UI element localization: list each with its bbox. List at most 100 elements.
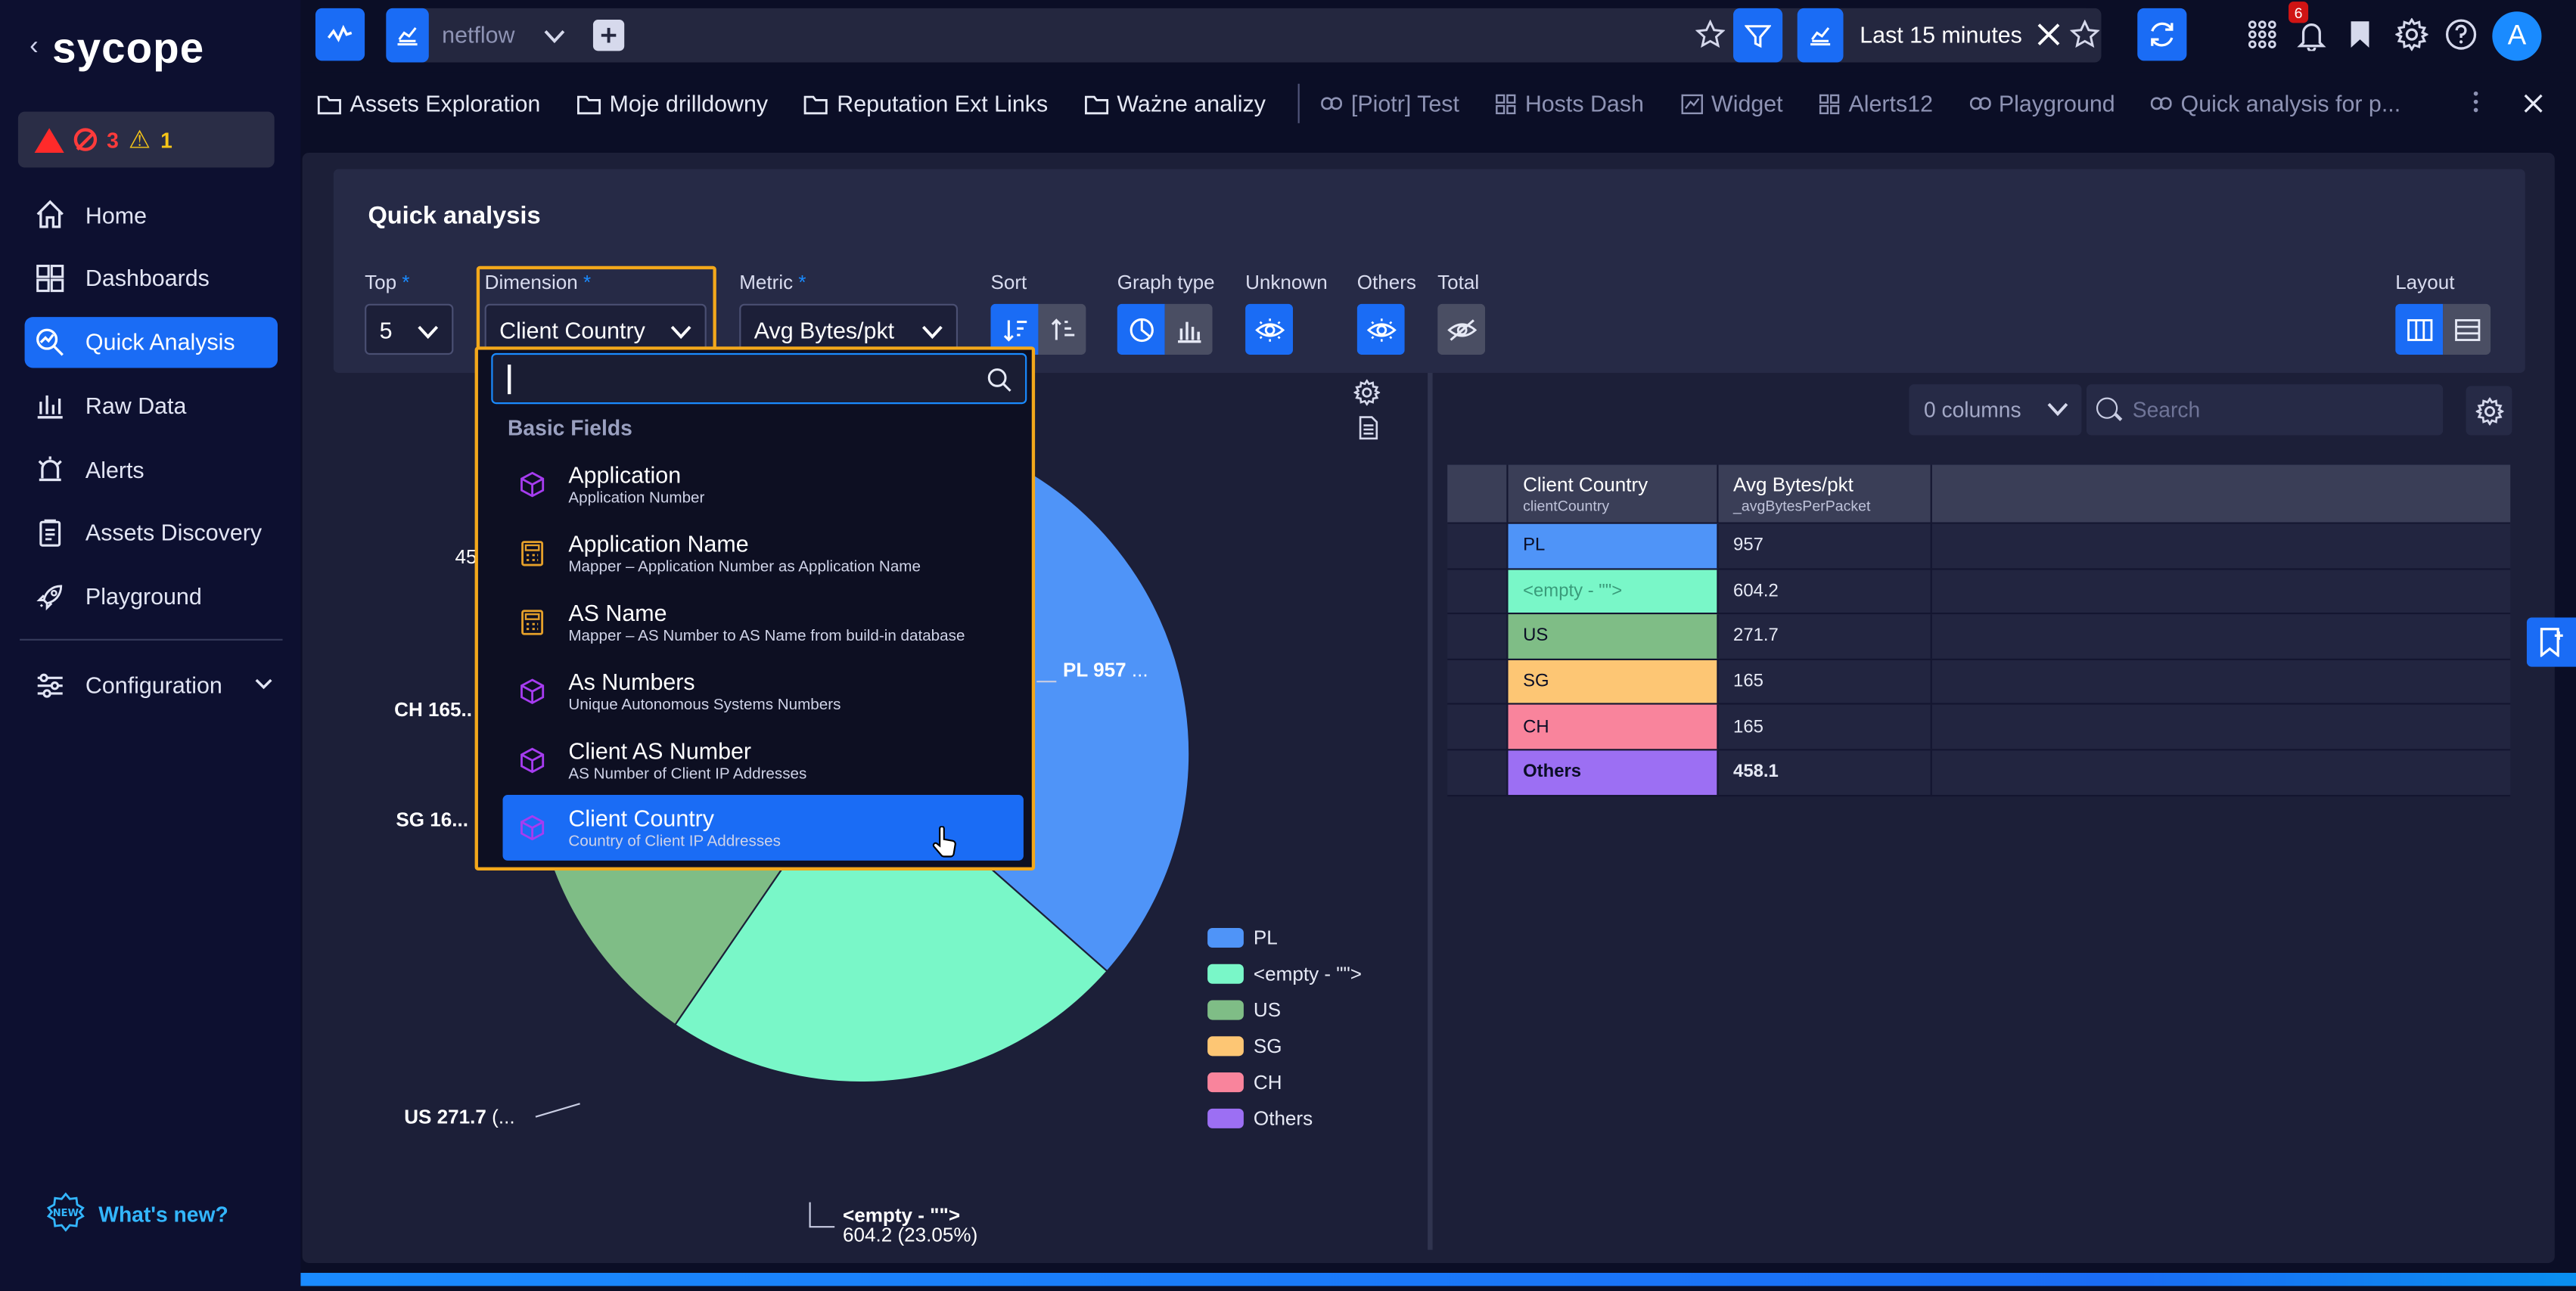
pie-chart-button[interactable] (1117, 303, 1165, 355)
bell-icon[interactable] (2297, 20, 2326, 59)
apps-grid-icon[interactable] (2248, 20, 2277, 57)
cell-country[interactable]: <empty - ""> (1508, 569, 1719, 613)
dropdown-item-subtitle: Mapper – Application Number as Applicati… (568, 558, 921, 577)
chevron-down-icon[interactable] (544, 23, 565, 52)
close-icon[interactable] (2036, 21, 2062, 56)
table-row[interactable]: Others 458.1 (1447, 750, 2511, 796)
star-icon[interactable] (2069, 19, 2100, 57)
legend-item[interactable]: CH (1207, 1064, 1362, 1100)
dropdown-item[interactable]: AS Name Mapper – AS Number to AS Name fro… (503, 590, 1024, 656)
table-row[interactable]: US 271.7 (1447, 614, 2511, 660)
unknown-visibility-button[interactable] (1245, 303, 1294, 355)
tab-link-quick-analysis[interactable]: Quick analysis for p... (2151, 90, 2400, 116)
others-visibility-button[interactable] (1356, 303, 1405, 355)
dropdown-item[interactable]: Application Application Number (503, 452, 1024, 517)
tab-link-alerts12[interactable]: Alerts12 (1819, 90, 1933, 116)
top-select[interactable]: 5 (365, 303, 454, 355)
plus-icon (601, 27, 617, 43)
cell-country[interactable]: US (1508, 614, 1719, 659)
tab-link-piotr-test[interactable]: [Piotr] Test (1321, 90, 1459, 116)
dropdown-item[interactable]: Application Name Mapper – Application Num… (503, 520, 1024, 586)
eye-off-icon (1446, 318, 1477, 340)
chevron-left-icon[interactable]: ‹ (30, 33, 39, 62)
nav-configuration[interactable]: Configuration (35, 665, 273, 704)
avatar[interactable]: A (2492, 11, 2542, 61)
tab-folder-moje-drilldowny[interactable]: Moje drilldowny (576, 90, 768, 116)
dimension-search-input[interactable] (491, 352, 1027, 405)
whats-new-link[interactable]: NEW What's new? (46, 1192, 228, 1237)
add-filter-button[interactable] (592, 20, 625, 51)
label-others-partial: 45 (455, 545, 477, 569)
logo[interactable]: ‹ sycope (30, 20, 204, 76)
top-label-text: Top (365, 271, 397, 294)
cell-country[interactable]: PL (1508, 523, 1719, 568)
close-tabs-icon[interactable] (2524, 92, 2543, 119)
sort-asc-button[interactable] (1038, 303, 1086, 355)
label-us: US 271.7 (... (404, 1105, 514, 1128)
dashboard-icon (1819, 93, 1840, 113)
nav-raw-data[interactable]: Raw Data (25, 380, 278, 430)
time-button[interactable] (1797, 8, 1844, 63)
legend-item[interactable]: SG (1207, 1028, 1362, 1064)
tab-link-widget[interactable]: Widget (1680, 90, 1783, 116)
alert-summary[interactable]: 3 ⚠ 1 (17, 111, 275, 168)
tab-folder-reputation-ext-links[interactable]: Reputation Ext Links (804, 90, 1048, 116)
sliders-icon (35, 669, 66, 700)
legend-item[interactable]: <empty - ""> (1207, 956, 1362, 992)
nav-alerts[interactable]: Alerts (25, 444, 278, 495)
filter-button[interactable] (1733, 8, 1783, 63)
cell-country[interactable]: CH (1508, 705, 1719, 749)
link-icon (1321, 97, 1343, 110)
nav-playground[interactable]: Playground (25, 571, 278, 622)
layout-rows-button[interactable] (2443, 303, 2491, 355)
table-row[interactable]: PL 957 (1447, 523, 2511, 569)
bookmark-plus-icon (2540, 628, 2563, 657)
cell-country[interactable]: Others (1508, 750, 1719, 795)
legend-item[interactable]: US (1207, 992, 1362, 1029)
dropdown-item-text: AS Name Mapper – AS Number to AS Name fro… (568, 600, 965, 646)
activity-button[interactable] (315, 8, 365, 61)
bar-chart-button[interactable] (1164, 303, 1213, 355)
source-button[interactable] (386, 8, 429, 63)
tab-folder-wazne-analizy[interactable]: Ważne analizy (1084, 90, 1266, 116)
group-basic-fields: Basic Fields (508, 415, 632, 440)
more-vertical-icon[interactable] (2472, 90, 2479, 118)
header-sub: _avgBytesPerPacket (1733, 497, 1871, 514)
nav-label: Configuration (85, 672, 222, 698)
graph-type-toggle (1117, 303, 1213, 355)
refresh-button[interactable] (2137, 8, 2187, 61)
tab-folder-assets-exploration[interactable]: Assets Exploration (317, 90, 540, 116)
total-visibility-button[interactable] (1437, 303, 1486, 355)
nav-dashboards[interactable]: Dashboards (25, 253, 278, 303)
nav-quick-analysis[interactable]: Quick Analysis (24, 316, 278, 368)
table-row[interactable]: <empty - ""> 604.2 (1447, 569, 2511, 615)
columns-select[interactable]: 0 columns (1909, 384, 2082, 436)
header-client-country[interactable]: Client Country clientCountry (1509, 464, 1719, 523)
legend-item[interactable]: Others (1207, 1100, 1362, 1137)
nav-home[interactable]: Home (25, 189, 278, 240)
tab-link-hosts-dash[interactable]: Hosts Dash (1496, 90, 1644, 116)
header-avg-bytes[interactable]: Avg Bytes/pkt _avgBytesPerPacket (1718, 464, 1932, 523)
table-row[interactable]: SG 165 (1447, 659, 2511, 706)
folder-icon (804, 95, 828, 114)
bookmark-add-button[interactable] (2526, 617, 2576, 667)
dropdown-item[interactable]: As Numbers Unique Autonomous Systems Numb… (503, 659, 1024, 725)
bookmark-icon[interactable] (2349, 20, 2370, 57)
split-divider[interactable] (1428, 372, 1433, 1250)
table-search-input[interactable]: Search (2086, 384, 2444, 436)
cell-country[interactable]: SG (1508, 659, 1719, 704)
help-icon[interactable] (2444, 18, 2477, 59)
layout-columns-button[interactable] (2395, 303, 2444, 355)
nav-assets-discovery[interactable]: Assets Discovery (25, 507, 278, 558)
time-range-bar[interactable]: Last 15 minutes (1797, 8, 2102, 63)
table-settings-button[interactable] (2466, 386, 2512, 436)
gear-icon[interactable] (2394, 17, 2429, 59)
dropdown-item[interactable]: Client AS Number AS Number of Client IP A… (503, 728, 1024, 793)
star-icon[interactable] (1695, 19, 1726, 57)
cell-value: 165 (1718, 659, 1932, 704)
tab-link-playground[interactable]: Playground (1969, 90, 2115, 116)
home-icon (35, 199, 66, 230)
table-row[interactable]: CH 165 (1447, 705, 2511, 751)
legend-label: <empty - ""> (1253, 962, 1363, 985)
legend-item[interactable]: PL (1207, 920, 1362, 956)
